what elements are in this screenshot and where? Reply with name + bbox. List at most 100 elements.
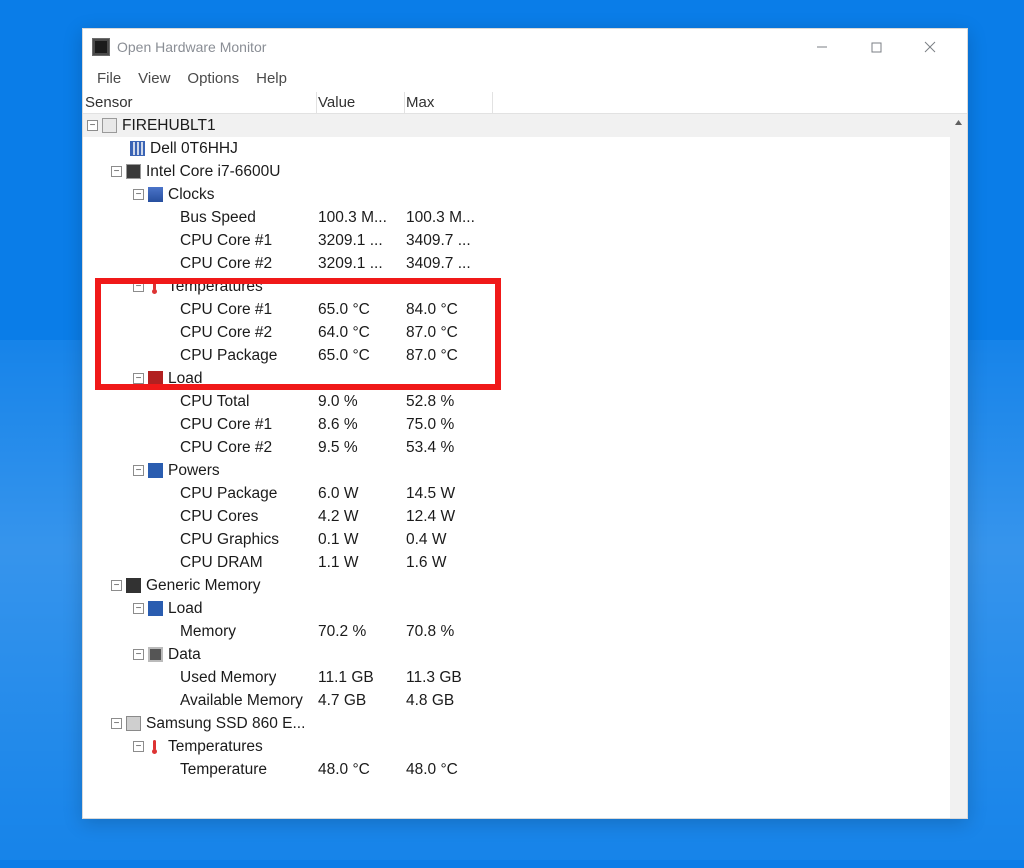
tree-row[interactable]: Bus Speed100.3 M...100.3 M...: [83, 206, 967, 229]
tree-guide: [161, 212, 176, 223]
tree-indent: [83, 194, 133, 195]
tree-row[interactable]: Temperature48.0 °C48.0 °C: [83, 758, 967, 781]
collapse-toggle-icon[interactable]: −: [87, 120, 98, 131]
sensor-cell: CPU Core #1: [83, 229, 318, 252]
sensor-cell: CPU Package: [83, 482, 318, 505]
tree-row[interactable]: CPU Total9.0 %52.8 %: [83, 390, 967, 413]
minimize-button[interactable]: [795, 29, 849, 65]
collapse-toggle-icon[interactable]: −: [133, 189, 144, 200]
menu-help[interactable]: Help: [248, 67, 295, 90]
tree-row[interactable]: −Load: [83, 597, 967, 620]
value-cell: 3209.1 ...: [318, 232, 406, 250]
tree-row[interactable]: CPU DRAM1.1 W1.6 W: [83, 551, 967, 574]
tree-indent: [83, 378, 133, 379]
tree-row[interactable]: CPU Core #18.6 %75.0 %: [83, 413, 967, 436]
collapse-toggle-icon[interactable]: −: [133, 603, 144, 614]
collapse-toggle-icon[interactable]: −: [133, 741, 144, 752]
menu-file[interactable]: File: [89, 67, 129, 90]
collapse-toggle-icon[interactable]: −: [111, 166, 122, 177]
tree-indent: [83, 608, 133, 609]
menu-view[interactable]: View: [130, 67, 178, 90]
tree-row[interactable]: −FIREHUBLT1: [83, 114, 967, 137]
tree-row[interactable]: CPU Core #23209.1 ...3409.7 ...: [83, 252, 967, 275]
collapse-toggle-icon[interactable]: −: [111, 580, 122, 591]
tree-row[interactable]: Used Memory11.1 GB11.3 GB: [83, 666, 967, 689]
sensor-label: Samsung SSD 860 E...: [146, 715, 305, 733]
tree-indent: [83, 654, 133, 655]
tree-row[interactable]: CPU Core #264.0 °C87.0 °C: [83, 321, 967, 344]
tree-row[interactable]: CPU Graphics0.1 W0.4 W: [83, 528, 967, 551]
column-header-value[interactable]: Value: [318, 94, 406, 111]
tree-row[interactable]: CPU Core #29.5 %53.4 %: [83, 436, 967, 459]
tree-row[interactable]: −Temperatures: [83, 275, 967, 298]
sensor-cell: −Temperatures: [83, 275, 318, 298]
tree-row[interactable]: −Temperatures: [83, 735, 967, 758]
power-icon: [148, 463, 163, 478]
collapse-toggle-icon[interactable]: −: [133, 465, 144, 476]
collapse-toggle-icon[interactable]: −: [133, 649, 144, 660]
tree-row[interactable]: −Generic Memory: [83, 574, 967, 597]
max-cell: 52.8 %: [406, 393, 494, 411]
sensor-cell: CPU Core #2: [83, 321, 318, 344]
tree-row[interactable]: −Intel Core i7-6600U: [83, 160, 967, 183]
tree-row[interactable]: −Powers: [83, 459, 967, 482]
tree-guide: [161, 557, 176, 568]
tree-indent: [83, 286, 133, 287]
thermometer-icon: [148, 279, 163, 294]
sensor-cell: CPU Graphics: [83, 528, 318, 551]
tree-row[interactable]: −Clocks: [83, 183, 967, 206]
sensor-tree[interactable]: −FIREHUBLT1Dell 0T6HHJ−Intel Core i7-660…: [83, 114, 967, 818]
tree-row[interactable]: Dell 0T6HHJ: [83, 137, 967, 160]
tree-row[interactable]: CPU Core #13209.1 ...3409.7 ...: [83, 229, 967, 252]
vertical-scrollbar[interactable]: [950, 114, 967, 818]
tree-indent: [83, 148, 111, 149]
collapse-toggle-icon[interactable]: −: [133, 373, 144, 384]
sensor-cell: Available Memory: [83, 689, 318, 712]
max-cell: 53.4 %: [406, 439, 494, 457]
menu-options[interactable]: Options: [179, 67, 247, 90]
column-header-max[interactable]: Max: [406, 94, 494, 111]
max-cell: 87.0 °C: [406, 324, 494, 342]
tree-guide: [161, 626, 176, 637]
tree-indent: [83, 447, 161, 448]
tree-row[interactable]: CPU Core #165.0 °C84.0 °C: [83, 298, 967, 321]
sensor-label: CPU Package: [180, 347, 277, 365]
clock-icon: [148, 187, 163, 202]
scroll-up-arrow-icon[interactable]: [950, 114, 967, 131]
column-resize-handle[interactable]: [316, 92, 317, 113]
tree-row[interactable]: −Load: [83, 367, 967, 390]
maximize-button[interactable]: [849, 29, 903, 65]
max-cell: 75.0 %: [406, 416, 494, 434]
load-gauge-icon: [148, 371, 163, 386]
tree-indent: [83, 631, 161, 632]
tree-row[interactable]: CPU Package6.0 W14.5 W: [83, 482, 967, 505]
max-cell: 84.0 °C: [406, 301, 494, 319]
app-window: Open Hardware Monitor File View Options …: [82, 28, 968, 819]
tree-indent: [83, 769, 161, 770]
sensor-cell: CPU Core #1: [83, 298, 318, 321]
title-bar[interactable]: Open Hardware Monitor: [83, 29, 967, 65]
tree-row[interactable]: CPU Package65.0 °C87.0 °C: [83, 344, 967, 367]
tree-indent: [83, 493, 161, 494]
sensor-cell: CPU Core #2: [83, 436, 318, 459]
tree-indent: [83, 539, 161, 540]
value-cell: 6.0 W: [318, 485, 406, 503]
tree-indent: [83, 355, 161, 356]
collapse-toggle-icon[interactable]: −: [133, 281, 144, 292]
tree-row[interactable]: Memory70.2 %70.8 %: [83, 620, 967, 643]
max-cell: 3409.7 ...: [406, 232, 494, 250]
close-button[interactable]: [903, 29, 957, 65]
value-cell: 9.5 %: [318, 439, 406, 457]
column-resize-handle[interactable]: [492, 92, 493, 113]
value-cell: 70.2 %: [318, 623, 406, 641]
tree-row[interactable]: Available Memory4.7 GB4.8 GB: [83, 689, 967, 712]
computer-icon: [102, 118, 117, 133]
column-resize-handle[interactable]: [404, 92, 405, 113]
tree-row[interactable]: −Data: [83, 643, 967, 666]
max-cell: 48.0 °C: [406, 761, 494, 779]
collapse-toggle-icon[interactable]: −: [111, 718, 122, 729]
tree-row[interactable]: CPU Cores4.2 W12.4 W: [83, 505, 967, 528]
tree-row[interactable]: − Samsung SSD 860 E...: [83, 712, 967, 735]
load-gauge-icon: [148, 601, 163, 616]
column-header-sensor[interactable]: Sensor: [83, 94, 318, 111]
